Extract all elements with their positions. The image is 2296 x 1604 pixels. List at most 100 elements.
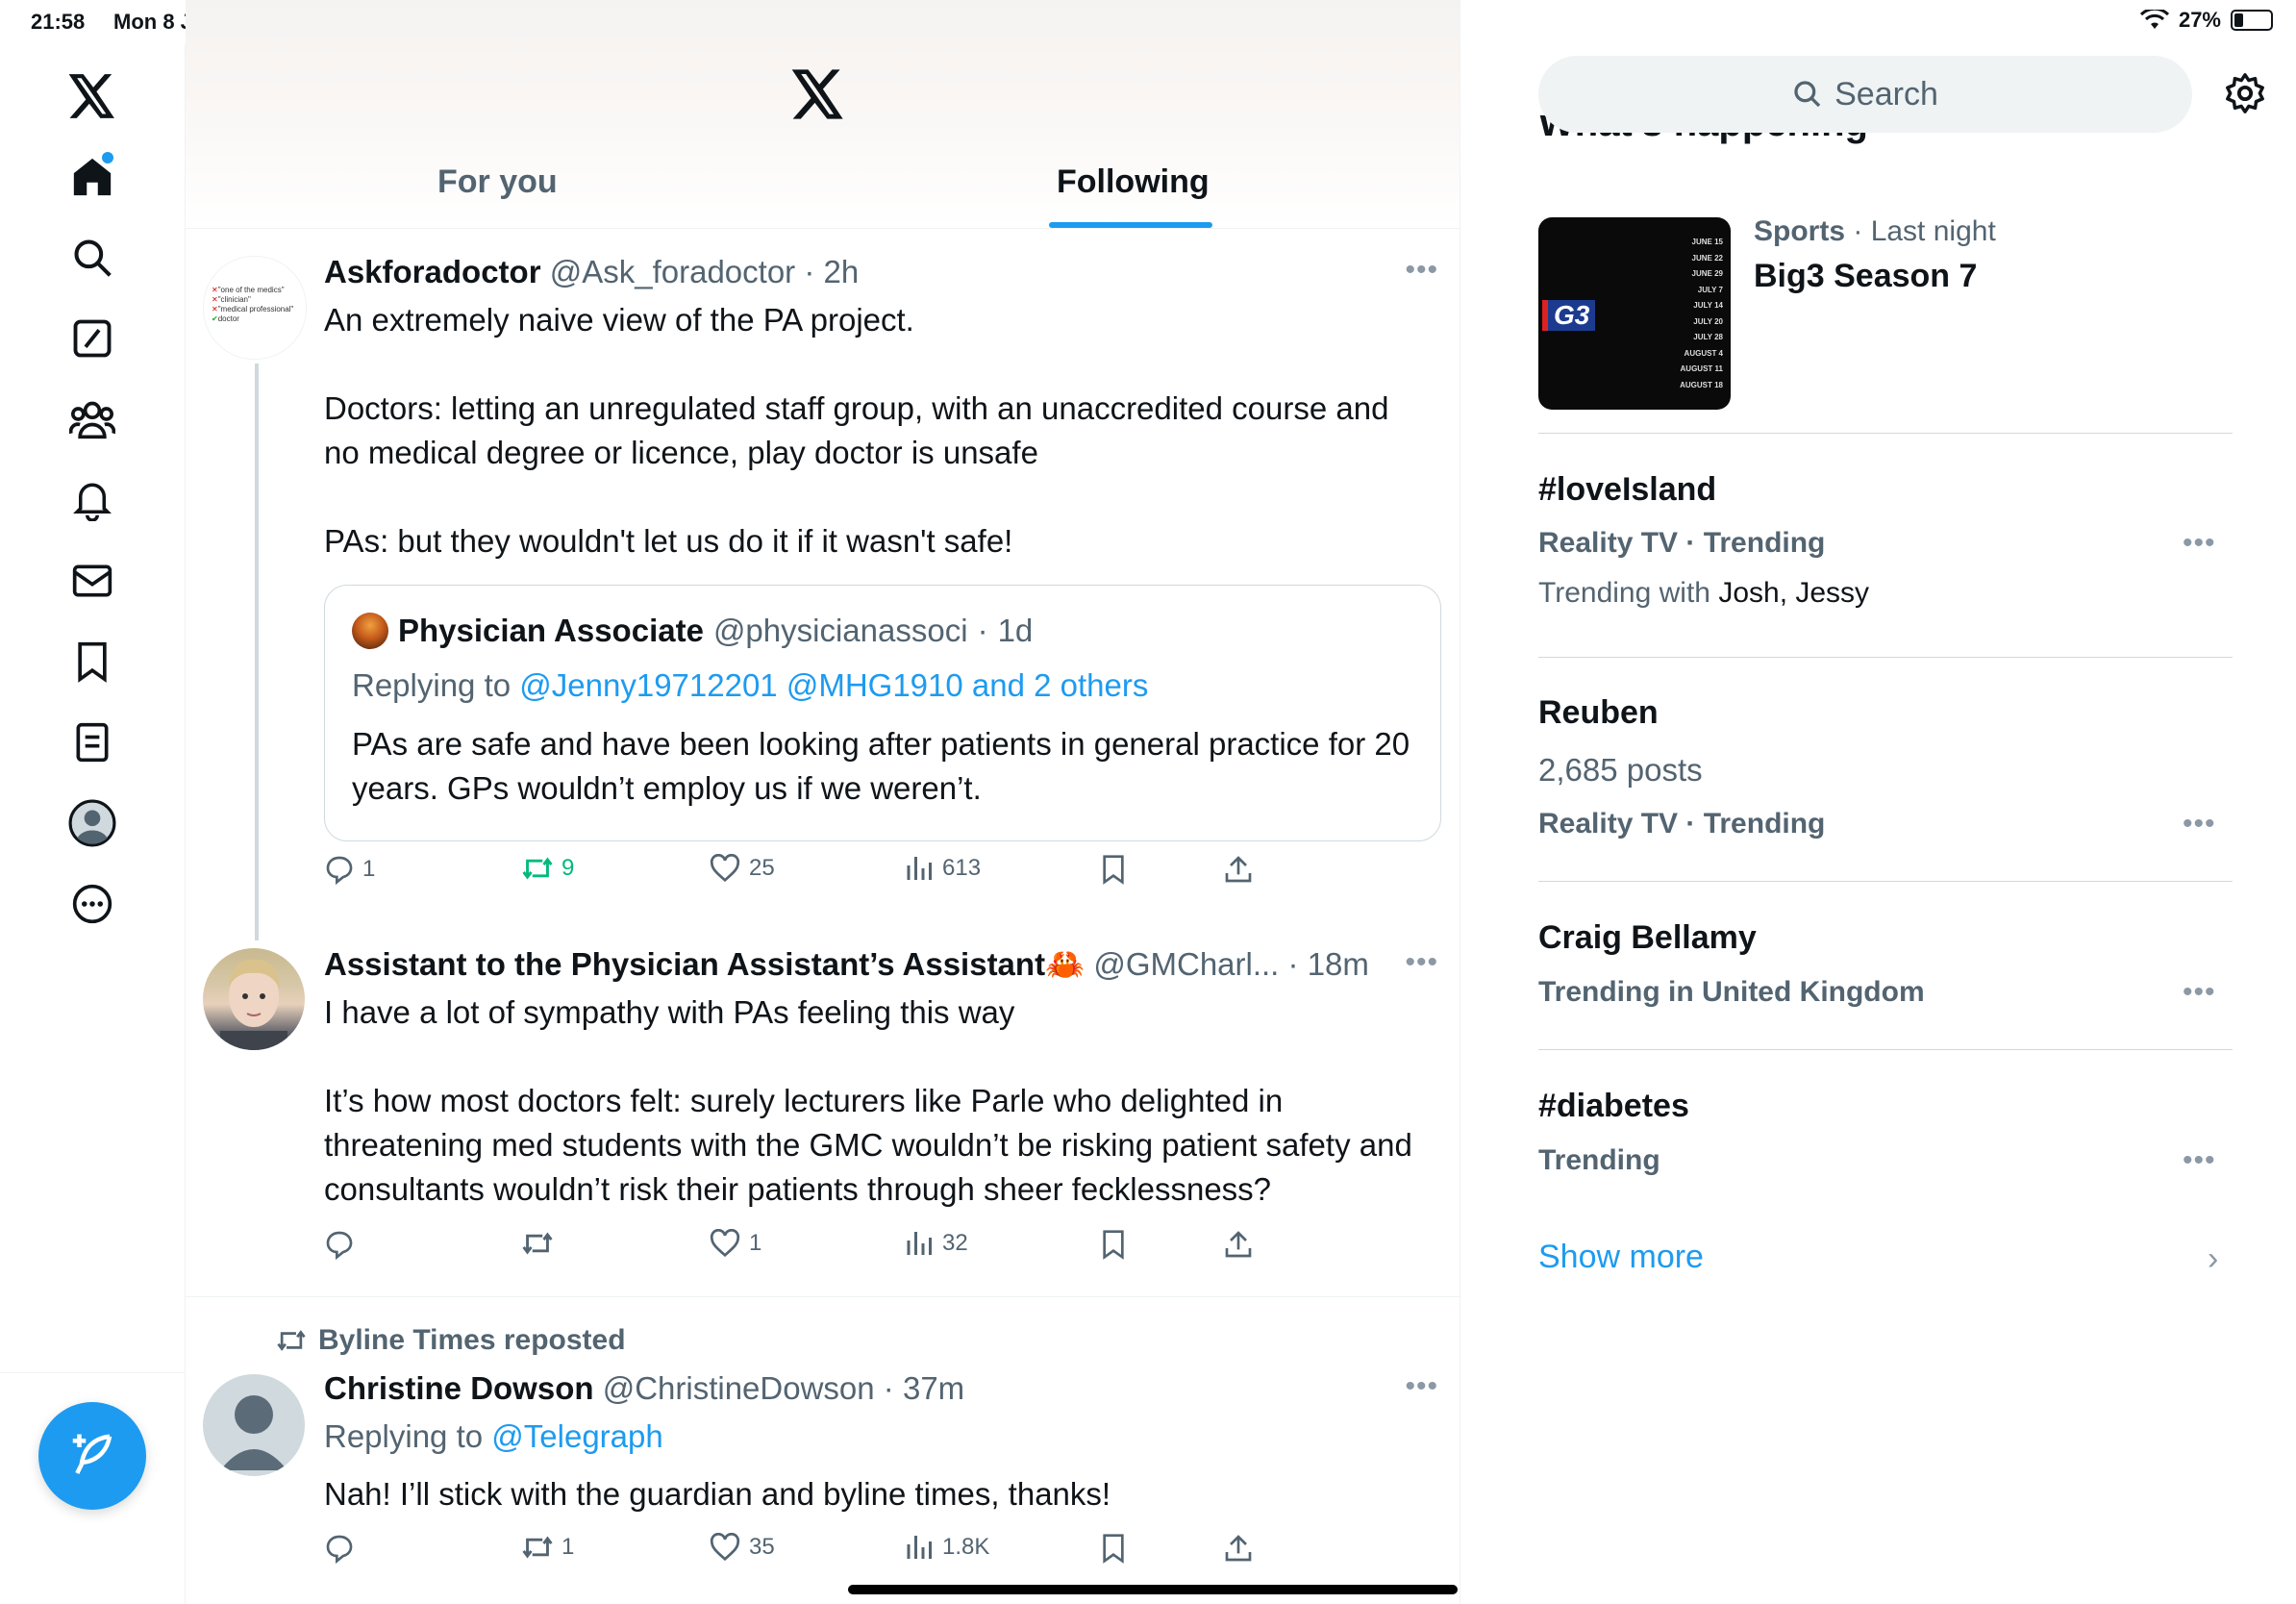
more-icon[interactable] — [62, 873, 123, 935]
share-button[interactable] — [1223, 854, 1254, 885]
trend-more-icon[interactable]: ••• — [2183, 976, 2216, 1009]
bookmark-button[interactable] — [1101, 1229, 1126, 1260]
reply-icon — [326, 1231, 353, 1260]
tweet-more-icon[interactable]: ••• — [1405, 254, 1438, 287]
repost-button[interactable]: 1 — [521, 1533, 574, 1562]
trend-title[interactable]: Reuben — [1538, 694, 1659, 732]
tweet-text: Nah! I’ll stick with the guardian and by… — [324, 1476, 1111, 1512]
trend-more-icon[interactable]: ••• — [2183, 1144, 2216, 1177]
trend-posts: 2,685 posts — [1538, 752, 1703, 788]
author-name[interactable]: Assistant to the Physician Assistant’s A… — [324, 946, 1045, 982]
tweet-more-icon[interactable]: ••• — [1405, 1370, 1438, 1403]
lists-icon[interactable] — [62, 712, 123, 773]
author-name[interactable]: Askforadoctor — [324, 254, 541, 289]
avatar[interactable] — [203, 1374, 305, 1476]
bell-icon[interactable] — [62, 469, 123, 531]
repost-context[interactable]: Byline Times reposted — [276, 1324, 626, 1357]
trend-with: Trending with Josh, Jessy — [1538, 577, 1870, 609]
mail-icon[interactable] — [62, 550, 123, 612]
timeline: For you Following ✕"one of the medics" ✕… — [186, 0, 1460, 1604]
communities-icon[interactable] — [62, 388, 123, 450]
bookmark-icon — [1103, 1534, 1124, 1564]
bookmark-button[interactable] — [1101, 854, 1126, 885]
author-name[interactable]: Christine Dowson — [324, 1370, 594, 1406]
trend-more-icon[interactable]: ••• — [2183, 527, 2216, 560]
views-button[interactable]: 613 — [906, 854, 981, 883]
status-time: 21:58 — [31, 10, 86, 34]
repost-icon — [277, 1330, 306, 1351]
quote-text: PAs are safe and have been looking after… — [352, 726, 1410, 806]
home-icon[interactable] — [62, 146, 123, 208]
heart-icon — [710, 1229, 740, 1258]
wifi-icon — [2139, 10, 2169, 29]
rail-divider — [0, 1372, 185, 1373]
trend-divider — [1538, 657, 2233, 658]
quote-author-name: Physician Associate — [398, 613, 704, 648]
avatar[interactable] — [203, 948, 305, 1050]
trend-more-icon[interactable]: ••• — [2183, 808, 2216, 840]
repost-button[interactable]: 9 — [521, 854, 574, 883]
tweet[interactable]: Byline Times reposted Christine Dowson @… — [186, 1297, 1460, 1595]
reply-button[interactable]: 1 — [324, 854, 375, 885]
gear-icon[interactable] — [2223, 71, 2267, 120]
share-button[interactable] — [1223, 1533, 1254, 1564]
quote-header: Physician Associate @physicianassoci · 1d — [352, 613, 1033, 649]
author-handle[interactable]: @Ask_foradoctor — [550, 254, 795, 289]
x-logo-icon[interactable] — [791, 69, 845, 124]
featured-trend-title[interactable]: Big3 Season 7 — [1754, 258, 1977, 295]
thread-line — [255, 363, 259, 940]
compose-button[interactable] — [38, 1402, 146, 1510]
search-input[interactable]: Search — [1538, 56, 2192, 133]
repost-icon — [522, 857, 553, 880]
tweet-header: Askforadoctor @Ask_foradoctor · 2h — [324, 254, 860, 289]
bookmark-icon — [1103, 1230, 1124, 1260]
tweet-time[interactable]: 18m — [1308, 946, 1369, 982]
replying-to-link[interactable]: @Jenny19712201 @MHG1910 and 2 others — [519, 667, 1148, 703]
tweet-time[interactable]: 37m — [903, 1370, 964, 1406]
home-indicator[interactable] — [848, 1585, 1458, 1594]
tweet[interactable]: Assistant to the Physician Assistant’s A… — [186, 923, 1460, 1289]
tab-following[interactable]: Following — [1057, 163, 1210, 201]
reply-icon — [326, 1535, 353, 1564]
views-button[interactable]: 1.8K — [906, 1533, 989, 1562]
show-more-link[interactable]: Show more — [1538, 1239, 1704, 1276]
x-logo-icon[interactable] — [62, 65, 123, 127]
timeline-header: For you Following — [186, 0, 1460, 229]
heart-icon — [710, 1533, 740, 1562]
grok-icon[interactable] — [62, 308, 123, 369]
tweet[interactable]: ✕"one of the medics" ✕"clinician" ✕"medi… — [186, 229, 1460, 940]
tweet-text: An extremely naive view of the PA projec… — [324, 302, 1389, 559]
author-handle[interactable]: @GMCharl... — [1093, 946, 1279, 982]
trend-title[interactable]: #diabetes — [1538, 1088, 1689, 1125]
big3-logo: G3 — [1542, 300, 1596, 331]
featured-trend-meta: Sports · Last night — [1754, 215, 1996, 247]
reply-button[interactable] — [324, 1533, 362, 1564]
trend-divider — [1538, 881, 2233, 882]
tweet-time[interactable]: 2h — [824, 254, 860, 289]
profile-icon[interactable] — [62, 792, 123, 854]
like-button[interactable]: 35 — [709, 1533, 775, 1562]
quoted-tweet[interactable]: Physician Associate @physicianassoci · 1d … — [324, 585, 1441, 841]
bookmark-button[interactable] — [1101, 1533, 1126, 1564]
trend-divider — [1538, 433, 2233, 434]
active-tab-indicator — [1049, 222, 1212, 228]
tweet-header: Christine Dowson @ChristineDowson · 37m — [324, 1370, 965, 1406]
repost-button[interactable] — [521, 1229, 562, 1258]
featured-trend-image[interactable]: JUNE 15 JUNE 22 JUNE 29 JULY 7 JULY 14 J… — [1538, 217, 1731, 410]
trend-title[interactable]: #loveIsland — [1538, 471, 1716, 509]
share-button[interactable] — [1223, 1229, 1254, 1260]
search-icon[interactable] — [62, 227, 123, 288]
tab-for-you[interactable]: For you — [437, 163, 558, 201]
bookmark-icon[interactable] — [62, 631, 123, 692]
reply-button[interactable] — [324, 1229, 362, 1260]
tweet-more-icon[interactable]: ••• — [1405, 946, 1438, 979]
avatar[interactable]: ✕"one of the medics" ✕"clinician" ✕"medi… — [203, 256, 307, 360]
trend-title[interactable]: Craig Bellamy — [1538, 919, 1757, 957]
views-button[interactable]: 32 — [906, 1229, 968, 1258]
author-handle[interactable]: @ChristineDowson — [603, 1370, 875, 1406]
search-placeholder: Search — [1834, 75, 1938, 113]
quote-time: 1d — [997, 613, 1034, 648]
replying-to-link[interactable]: @Telegraph — [491, 1418, 662, 1454]
like-button[interactable]: 1 — [709, 1229, 761, 1258]
like-button[interactable]: 25 — [709, 854, 775, 883]
